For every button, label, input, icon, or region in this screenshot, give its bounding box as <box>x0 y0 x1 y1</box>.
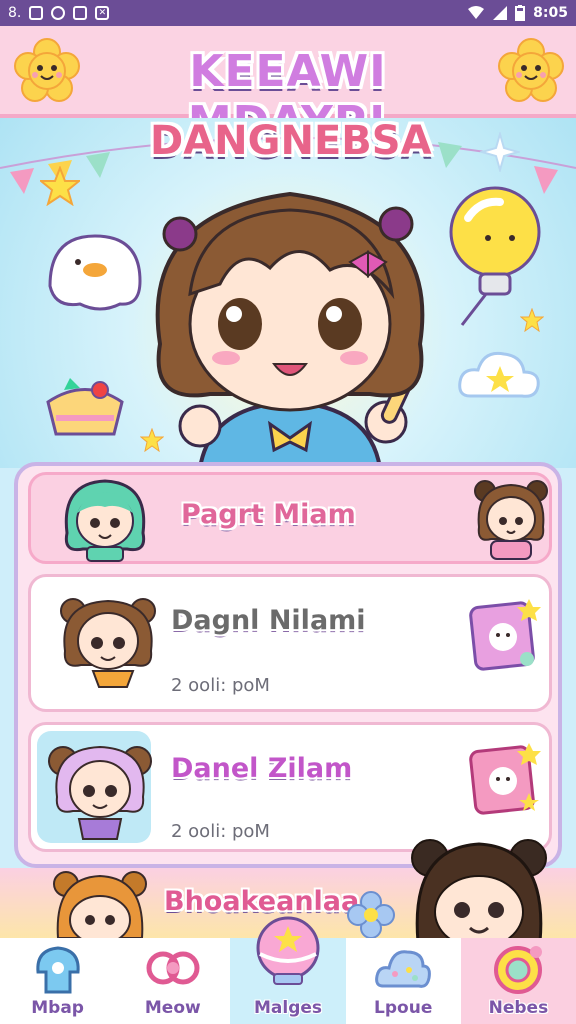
contact-name: Dagnl Nilami <box>171 605 366 636</box>
status-left-text: 8. <box>8 5 22 21</box>
message-time: 2 ooli: poM <box>171 675 270 696</box>
contact-name: Pagrt Miam <box>181 499 356 530</box>
nav-label: Meow <box>144 998 201 1018</box>
nav-label: Malges <box>253 998 323 1018</box>
flower-face-icon <box>498 38 564 102</box>
orb-icon <box>256 916 320 985</box>
sync-icon <box>51 6 66 20</box>
status-bar: 8. ✕ 8:05 <box>0 0 576 26</box>
bear-character-icon <box>53 871 147 938</box>
sticker-icon[interactable] <box>467 597 543 673</box>
avatar <box>48 745 152 840</box>
nav-item-meow[interactable]: Meow <box>115 938 231 1024</box>
nav-label: Mbap <box>31 998 84 1018</box>
sticker-icon[interactable] <box>467 741 543 817</box>
battery-icon <box>515 5 526 21</box>
contact-name: Danel Zilam <box>171 753 353 784</box>
wifi-icon <box>468 6 485 19</box>
avatar <box>60 598 156 688</box>
home-icon <box>35 946 80 994</box>
no-sim-icon: ✕ <box>95 6 110 20</box>
flower-icon <box>347 891 395 939</box>
cake-icon <box>46 378 124 436</box>
nav-item-nebes[interactable]: Nebes <box>460 938 576 1024</box>
signal-icon <box>493 6 508 20</box>
hero-scene: DANGNEBSA <box>0 118 576 468</box>
nav-item-malges[interactable]: Malges <box>230 916 346 1024</box>
bottom-navigation: Mbap Meow Malges Lpoue Nebes <box>0 916 576 1024</box>
main-character-illustration <box>155 191 425 468</box>
list-item[interactable]: Dagnl Nilami 2 ooli: poM <box>28 574 552 712</box>
flower-face-icon <box>14 38 80 102</box>
sparkle-icon <box>480 132 520 172</box>
swirl-icon <box>494 946 543 994</box>
chat-list-panel: Pagrt Miam Dagnl Nilami 2 ooli: poM Dane… <box>14 462 562 868</box>
nav-item-mbap[interactable]: Mbap <box>0 938 116 1024</box>
storage-icon <box>73 6 88 20</box>
app-subtitle: DANGNEBSA <box>150 118 432 164</box>
notification-icon <box>29 6 44 20</box>
message-time: 2 ooli: poM <box>171 821 270 842</box>
cloud-icon <box>458 351 540 398</box>
app-header: KEEAWI MDAYP! <box>0 26 576 148</box>
bow-icon <box>146 951 200 985</box>
nav-item-lpoue[interactable]: Lpoue <box>345 938 461 1024</box>
avatar <box>64 479 146 562</box>
star-icon <box>40 166 80 206</box>
list-item[interactable]: Pagrt Miam <box>28 472 552 564</box>
bear-character-icon <box>411 839 547 942</box>
cloud-icon <box>375 950 432 988</box>
lightbulb-balloon-icon <box>449 186 541 326</box>
nav-label: Lpoue <box>374 998 433 1018</box>
nav-label: Nebes <box>488 998 549 1018</box>
status-time: 8:05 <box>533 5 568 21</box>
avatar <box>474 480 548 560</box>
